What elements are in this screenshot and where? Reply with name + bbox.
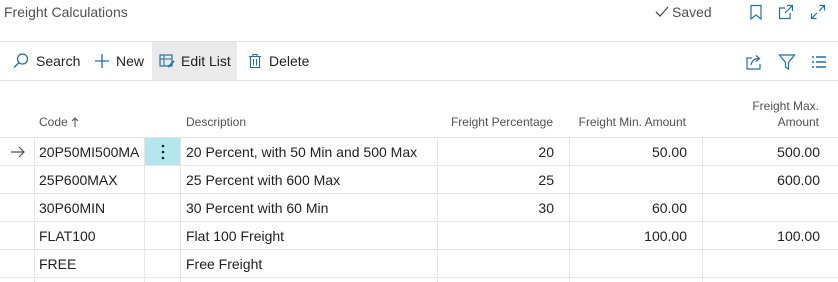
description-cell[interactable]: 25 Percent with 600 Max: [186, 166, 434, 194]
freight-percentage-cell[interactable]: [440, 250, 554, 278]
freight-max-amount-cell[interactable]: 500.00: [705, 138, 820, 166]
freight-max-header-line1: Freight Max.: [752, 99, 819, 113]
freight-min-amount-cell[interactable]: 100.00: [572, 222, 687, 250]
new-label: New: [116, 53, 145, 69]
search-label: Search: [36, 53, 81, 69]
plus-icon: [95, 54, 109, 68]
code-header-label: Code: [39, 115, 68, 129]
column-header-freight-percentage[interactable]: Freight Percentage: [440, 115, 553, 129]
page-title: Freight Calculations: [4, 4, 128, 20]
trash-icon: [249, 53, 261, 69]
column-header-code[interactable]: Code: [39, 115, 79, 129]
title-bar: Freight Calculations Saved: [0, 0, 838, 40]
description-cell[interactable]: Free Freight: [186, 250, 434, 278]
description-cell[interactable]: 30 Percent with 60 Min: [186, 194, 434, 222]
freight-min-amount-cell[interactable]: 50.00: [572, 138, 687, 166]
code-cell[interactable]: 20P50MI500MA: [39, 138, 143, 166]
table-row[interactable]: 25P600MAX 25 Percent with 600 Max 25 600…: [0, 166, 838, 194]
code-cell[interactable]: FLAT100: [39, 222, 143, 250]
share-icon[interactable]: [745, 53, 763, 71]
column-header-freight-max-amount[interactable]: Freight Max. Amount: [700, 98, 819, 130]
table-row[interactable]: FLAT100 Flat 100 Freight 100.00 100.00: [0, 222, 838, 250]
freight-percentage-cell[interactable]: 25: [440, 166, 554, 194]
filter-icon[interactable]: [778, 53, 796, 71]
description-cell[interactable]: 20 Percent, with 50 Min and 500 Max: [186, 138, 434, 166]
edit-list-icon: [159, 54, 175, 68]
expand-icon[interactable]: [810, 4, 826, 20]
table-row[interactable]: 30P60MIN 30 Percent with 60 Min 30 60.00: [0, 194, 838, 222]
freight-max-amount-cell[interactable]: [705, 194, 820, 222]
new-button[interactable]: New: [90, 42, 148, 80]
freight-percentage-cell[interactable]: 20: [440, 138, 554, 166]
freight-max-header-line2: Amount: [777, 115, 819, 129]
column-header-freight-min-amount[interactable]: Freight Min. Amount: [570, 115, 686, 129]
search-button[interactable]: Search: [8, 42, 84, 80]
freight-max-amount-cell[interactable]: 100.00: [705, 222, 820, 250]
code-cell[interactable]: 30P60MIN: [39, 194, 143, 222]
delete-button[interactable]: Delete: [243, 42, 313, 80]
freight-percentage-cell[interactable]: 30: [440, 194, 554, 222]
action-divider: [0, 80, 838, 81]
freight-min-amount-cell[interactable]: [572, 250, 687, 278]
edit-list-button[interactable]: Edit List: [152, 42, 237, 80]
search-icon: [13, 53, 29, 68]
list-view-icon[interactable]: [810, 53, 828, 71]
freight-max-amount-cell[interactable]: [705, 250, 820, 278]
freight-min-amount-cell[interactable]: 60.00: [572, 194, 687, 222]
freight-percentage-cell[interactable]: [440, 222, 554, 250]
bookmark-icon[interactable]: [748, 4, 764, 20]
freight-max-amount-cell[interactable]: 600.00: [705, 166, 820, 194]
open-new-window-icon[interactable]: [778, 4, 794, 20]
table-row[interactable]: 20P50MI500MA 20 Percent, with 50 Min and…: [0, 138, 838, 166]
table-row[interactable]: FREE Free Freight: [0, 250, 838, 278]
code-cell[interactable]: 25P600MAX: [39, 166, 143, 194]
action-bar: Search New Edit List Delete: [0, 42, 838, 80]
delete-label: Delete: [269, 53, 310, 69]
sort-ascending-icon: [71, 116, 79, 127]
saved-label: Saved: [672, 4, 712, 20]
saved-status: Saved: [655, 4, 712, 20]
edit-list-label: Edit List: [181, 53, 231, 69]
checkmark-icon: [655, 6, 669, 17]
column-header-description[interactable]: Description: [186, 115, 246, 129]
code-cell[interactable]: FREE: [39, 250, 143, 278]
freight-min-amount-cell[interactable]: [572, 166, 687, 194]
description-cell[interactable]: Flat 100 Freight: [186, 222, 434, 250]
